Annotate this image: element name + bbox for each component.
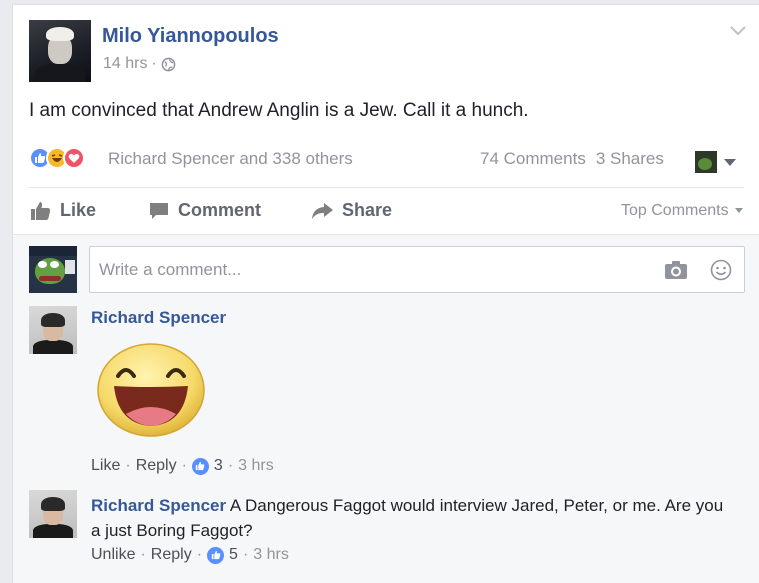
reaction-icons[interactable] bbox=[29, 147, 85, 169]
comment-actions: Like · Reply · 3 · 3 hrs bbox=[91, 457, 274, 475]
sort-comments-dropdown[interactable]: Top Comments bbox=[621, 202, 743, 220]
comment-like-count[interactable]: 3 bbox=[214, 457, 223, 475]
post-text: I am convinced that Andrew Anglin is a J… bbox=[29, 100, 529, 121]
comment-like-link[interactable]: Like bbox=[91, 457, 120, 475]
comment-input[interactable] bbox=[99, 259, 619, 281]
smiley-icon[interactable] bbox=[710, 259, 732, 281]
post-options-chevron-icon[interactable] bbox=[729, 25, 747, 37]
comment-like-count[interactable]: 5 bbox=[229, 546, 238, 564]
divider bbox=[29, 187, 744, 188]
like-button[interactable]: Like bbox=[31, 200, 96, 221]
like-reaction-icon bbox=[207, 546, 225, 564]
reactors-summary[interactable]: Richard Spencer and 338 others bbox=[108, 149, 353, 169]
comment-reply-link[interactable]: Reply bbox=[151, 546, 192, 564]
like-reaction-icon bbox=[191, 457, 209, 475]
engagement-counts: 74 Comments 3 Shares bbox=[480, 149, 664, 169]
comment-composer[interactable] bbox=[89, 246, 745, 293]
comment-body: Richard Spencer A Dangerous Faggot would… bbox=[91, 493, 731, 543]
comment-button[interactable]: Comment bbox=[149, 200, 261, 221]
laughing-emoji-sticker bbox=[97, 343, 205, 437]
comment-author-name[interactable]: Richard Spencer bbox=[91, 496, 226, 515]
post-time[interactable]: 14 hrs bbox=[103, 55, 147, 73]
comment-time[interactable]: 3 hrs bbox=[253, 546, 289, 564]
post-meta: 14 hrs · bbox=[103, 55, 176, 73]
meta-separator: · bbox=[151, 55, 157, 72]
commenter-avatar[interactable] bbox=[29, 490, 77, 538]
love-reaction-icon bbox=[63, 147, 85, 169]
comment-unlike-link[interactable]: Unlike bbox=[91, 546, 135, 564]
camera-icon[interactable] bbox=[664, 260, 688, 280]
comment-actions: Unlike · Reply · 5 · 3 hrs bbox=[91, 546, 289, 564]
commenter-avatar[interactable] bbox=[29, 306, 77, 354]
comment-author-name[interactable]: Richard Spencer bbox=[91, 308, 226, 328]
globe-icon[interactable] bbox=[161, 57, 176, 72]
comment-time[interactable]: 3 hrs bbox=[238, 457, 274, 475]
post-author-name[interactable]: Milo Yiannopoulos bbox=[102, 25, 279, 48]
comment-reply-link[interactable]: Reply bbox=[136, 457, 177, 475]
share-button[interactable]: Share bbox=[312, 200, 392, 221]
share-arrow-icon bbox=[312, 202, 333, 219]
comment-icon bbox=[150, 202, 168, 219]
chevron-down-icon bbox=[734, 208, 743, 213]
thumbs-up-icon bbox=[31, 201, 51, 220]
author-avatar[interactable] bbox=[29, 20, 91, 82]
current-user-avatar[interactable] bbox=[29, 246, 77, 293]
shares-count[interactable]: 3 Shares bbox=[596, 149, 664, 169]
share-as-caret-icon[interactable] bbox=[724, 159, 736, 166]
comments-count[interactable]: 74 Comments bbox=[480, 149, 586, 169]
share-as-avatar[interactable] bbox=[695, 151, 717, 173]
